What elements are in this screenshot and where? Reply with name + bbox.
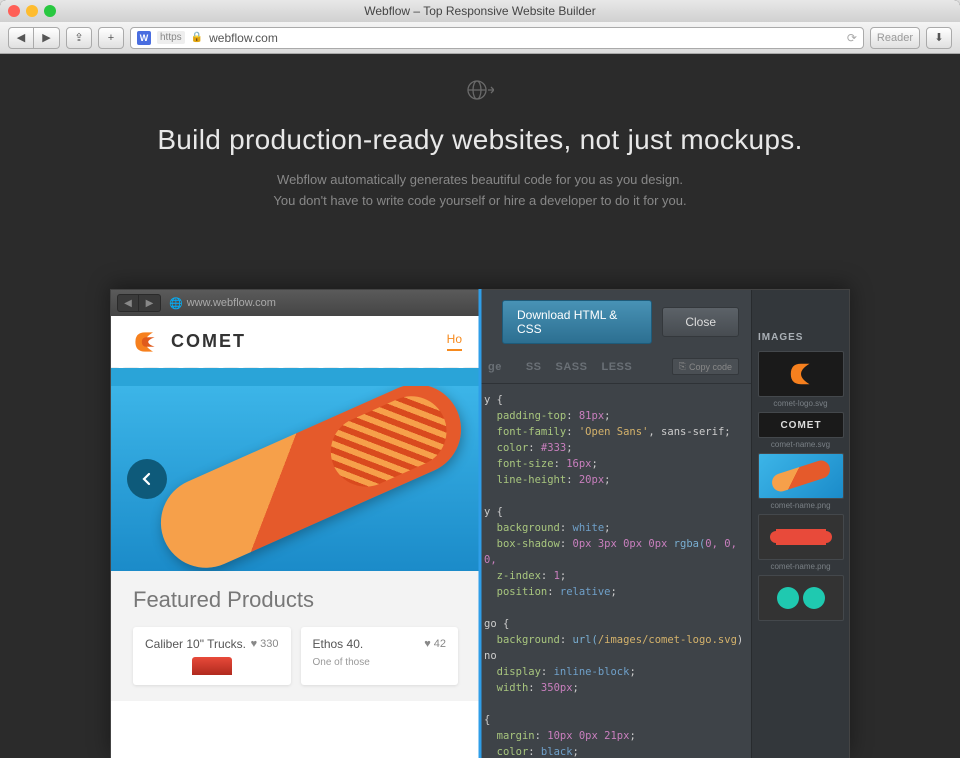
heart-icon: ♥: [251, 638, 258, 650]
asset-thumb[interactable]: comet-name.png: [758, 514, 843, 571]
browser-toolbar: ◀ ▶ ⇪ + W https 🔒 webflow.com ⟳ Reader ⬇: [0, 22, 960, 54]
window-titlebar: Webflow – Top Responsive Website Builder: [0, 0, 960, 22]
images-assets-panel: IMAGES comet-logo.svg COMET comet-name.s…: [751, 290, 849, 758]
chevron-left-icon: [140, 472, 154, 486]
product-thumb: [192, 657, 232, 675]
safari-window: Webflow – Top Responsive Website Builder…: [0, 0, 960, 758]
asset-thumb[interactable]: COMET comet-name.svg: [758, 412, 843, 449]
code-viewer[interactable]: y { padding-top: 81px; font-family: 'Ope…: [480, 384, 751, 758]
share-button[interactable]: ⇪: [66, 27, 92, 49]
minimize-window-button[interactable]: [26, 5, 38, 17]
featured-heading: Featured Products: [133, 587, 458, 613]
download-html-css-button[interactable]: Download HTML & CSS: [502, 300, 652, 344]
code-format-tabs: ge SS SASS LESS ⎘Copy code: [480, 354, 751, 384]
inner-forward-button[interactable]: ▶: [139, 294, 161, 312]
tab-fragment[interactable]: ge: [488, 361, 502, 373]
close-panel-button[interactable]: Close: [662, 307, 739, 337]
reload-icon[interactable]: ⟳: [847, 31, 857, 45]
webpage-content: Build production-ready websites, not jus…: [0, 54, 960, 758]
images-panel-title: IMAGES: [758, 332, 843, 343]
design-preview-pane: ◀ ▶ 🌐 www.webflow.com COMET Ho: [111, 290, 480, 758]
skateboard-graphic: [147, 386, 476, 571]
asset-thumb[interactable]: comet-name.png: [758, 453, 843, 510]
copy-code-button[interactable]: ⎘Copy code: [672, 358, 739, 375]
inner-url-text: www.webflow.com: [187, 297, 276, 309]
carousel-prev-button[interactable]: [127, 459, 167, 499]
url-text: webflow.com: [209, 31, 278, 45]
add-button[interactable]: +: [98, 27, 124, 49]
site-brand-text: COMET: [171, 331, 246, 352]
product-card[interactable]: Ethos 40. ♥42 One of those: [301, 627, 459, 685]
product-title: Caliber 10" Trucks.: [145, 637, 246, 651]
code-export-pane: Download HTML & CSS Close ge SS SASS LES…: [480, 290, 849, 758]
clipboard-icon: ⎘: [679, 361, 686, 372]
inner-back-button[interactable]: ◀: [117, 294, 139, 312]
split-slider-handle[interactable]: [479, 289, 482, 758]
window-title: Webflow – Top Responsive Website Builder: [0, 4, 960, 18]
site-nav-home[interactable]: Ho: [447, 332, 462, 351]
reader-button[interactable]: Reader: [870, 27, 920, 49]
wave-divider: [111, 368, 480, 386]
hero-image-carousel: [111, 386, 480, 571]
product-desc: One of those: [313, 657, 447, 668]
comet-logo-icon: [129, 326, 161, 358]
inner-browser-chrome: ◀ ▶ 🌐 www.webflow.com: [111, 290, 480, 316]
lock-icon: 🔒: [191, 32, 203, 43]
inner-url-bar: 🌐 www.webflow.com: [169, 297, 276, 310]
hero-heading: Build production-ready websites, not jus…: [0, 124, 960, 156]
tab-less[interactable]: LESS: [602, 361, 633, 373]
heart-icon: ♥: [424, 638, 431, 650]
product-card[interactable]: Caliber 10" Trucks. ♥330: [133, 627, 291, 685]
likes-count: ♥330: [251, 637, 279, 651]
hero-section: Build production-ready websites, not jus…: [0, 54, 960, 212]
tab-sass[interactable]: SASS: [556, 361, 588, 373]
favicon-icon: W: [137, 31, 151, 45]
forward-button[interactable]: ▶: [34, 27, 60, 49]
likes-count: ♥42: [424, 637, 446, 651]
globe-icon: 🌐: [169, 297, 183, 310]
back-button[interactable]: ◀: [8, 27, 34, 49]
url-bar[interactable]: W https 🔒 webflow.com ⟳: [130, 27, 864, 49]
tab-css[interactable]: SS: [526, 361, 542, 373]
product-title: Ethos 40.: [313, 637, 364, 651]
globe-arrow-icon: [0, 79, 960, 106]
hero-subtext-1: Webflow automatically generates beautifu…: [0, 170, 960, 191]
featured-products-section: Featured Products Caliber 10" Trucks. ♥3…: [111, 571, 480, 701]
close-window-button[interactable]: [8, 5, 20, 17]
traffic-lights: [8, 5, 56, 17]
asset-thumb[interactable]: [758, 575, 843, 621]
protocol-badge: https: [157, 31, 185, 44]
downloads-button[interactable]: ⬇: [926, 27, 952, 49]
hero-subtext-2: You don't have to write code yourself or…: [0, 191, 960, 212]
zoom-window-button[interactable]: [44, 5, 56, 17]
asset-thumb[interactable]: comet-logo.svg: [758, 351, 843, 408]
